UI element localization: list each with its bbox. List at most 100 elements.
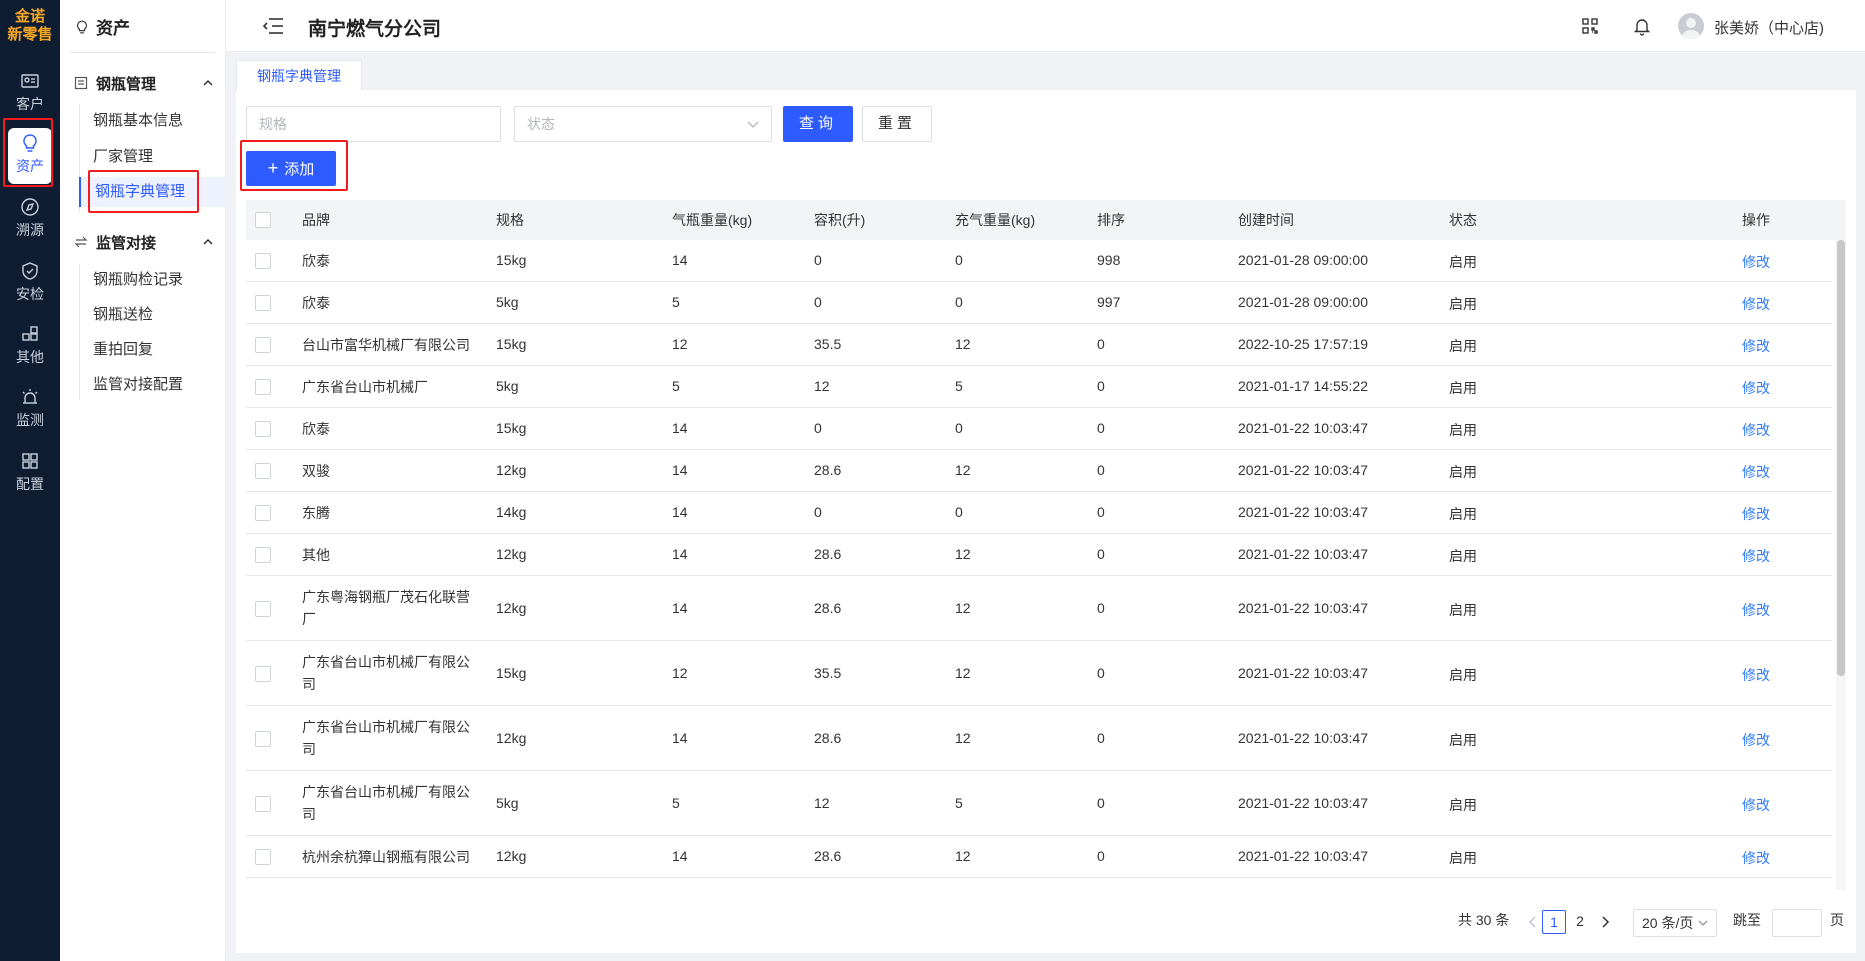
cell-fill: 0 — [955, 420, 963, 436]
cell-created: 2021-01-22 10:03:47 — [1238, 600, 1368, 616]
lightbulb-icon — [23, 134, 37, 152]
edit-link[interactable]: 修改 — [1742, 546, 1770, 566]
row-checkbox[interactable] — [255, 463, 271, 479]
sidebar-item-send-inspection[interactable]: 钢瓶送检 — [93, 300, 226, 330]
chevron-left-icon[interactable] — [1528, 915, 1538, 929]
add-button[interactable]: + 添加 — [246, 151, 336, 186]
row-checkbox[interactable] — [255, 421, 271, 437]
cell-status: 启用 — [1449, 732, 1477, 748]
sidebar-item-reshoot-reply[interactable]: 重拍回复 — [93, 335, 226, 365]
cell-brand-line: 欣泰 — [302, 295, 330, 311]
row-checkbox[interactable] — [255, 253, 271, 269]
edit-link[interactable]: 修改 — [1742, 462, 1770, 482]
jump-page-input[interactable] — [1772, 909, 1822, 937]
cell-order: 998 — [1097, 252, 1121, 268]
sidebar-item-regulatory-config[interactable]: 监管对接配置 — [93, 370, 226, 400]
edit-link[interactable]: 修改 — [1742, 504, 1770, 524]
sidebar-item-cylinder-dictionary[interactable]: 钢瓶字典管理 — [79, 177, 226, 207]
rail-item-inspection[interactable]: 安检 — [0, 256, 60, 312]
table-scrollbar-thumb[interactable] — [1837, 240, 1845, 676]
rail-item-config[interactable]: 配置 — [0, 446, 60, 502]
column-header-volume: 容积(升) — [814, 212, 866, 228]
cell-spec: 12kg — [496, 462, 527, 478]
blocks-icon — [22, 326, 38, 341]
edit-link[interactable]: 修改 — [1742, 336, 1770, 356]
bell-icon[interactable] — [1632, 16, 1652, 36]
edit-link[interactable]: 修改 — [1742, 730, 1770, 750]
cell-created: 2021-01-17 14:55:22 — [1238, 378, 1368, 394]
cell-order: 0 — [1097, 336, 1105, 352]
cell-brand-line: 广东粤海钢瓶厂茂石化联营 — [302, 589, 470, 605]
cell-spec: 5kg — [496, 795, 519, 811]
cell-created: 2021-01-22 10:03:47 — [1238, 462, 1368, 478]
spec-input[interactable]: 规格 — [246, 106, 501, 142]
cell-brand-line: 欣泰 — [302, 421, 330, 437]
sidebar-item-cylinder-info[interactable]: 钢瓶基本信息 — [93, 106, 226, 136]
edit-link[interactable]: 修改 — [1742, 848, 1770, 868]
page-button-1[interactable]: 1 — [1542, 910, 1566, 934]
cell-volume: 0 — [814, 252, 822, 268]
qrcode-icon[interactable] — [1580, 16, 1600, 36]
cell-status: 启用 — [1449, 254, 1477, 270]
content-card: 规格 状态 查询 重置 + 添加 品牌 规格 气瓶重量(kg) 容积(升) 充气重… — [236, 90, 1856, 953]
cell-volume: 28.6 — [814, 546, 842, 562]
sidebar-item-purchase-records[interactable]: 钢瓶购检记录 — [93, 265, 226, 295]
cell-status: 启用 — [1449, 548, 1477, 564]
alarm-icon — [22, 389, 38, 404]
nav-rail: 金诺 新零售 客户 资产 溯源 安检 其他 监测 配置 — [0, 0, 60, 961]
cell-spec: 12kg — [496, 730, 527, 746]
rail-item-trace[interactable]: 溯源 — [0, 192, 60, 248]
cell-spec: 12kg — [496, 848, 527, 864]
page-size-select[interactable]: 20 条/页 — [1633, 909, 1717, 937]
row-checkbox[interactable] — [255, 796, 271, 812]
sidebar-group-regulatory[interactable]: 监管对接 — [60, 227, 226, 257]
column-header-order: 排序 — [1097, 212, 1125, 228]
cell-weight: 12 — [672, 665, 688, 681]
edit-link[interactable]: 修改 — [1742, 294, 1770, 314]
row-checkbox[interactable] — [255, 849, 271, 865]
query-button[interactable]: 查询 — [783, 106, 853, 142]
row-checkbox[interactable] — [255, 601, 271, 617]
select-all-checkbox[interactable] — [255, 212, 271, 228]
status-select[interactable]: 状态 — [514, 106, 772, 142]
sidebar-group-cylinder[interactable]: 钢瓶管理 — [60, 68, 226, 98]
cell-created: 2021-01-28 09:00:00 — [1238, 294, 1368, 310]
tab-cylinder-dictionary[interactable]: 钢瓶字典管理 — [236, 60, 362, 91]
edit-link[interactable]: 修改 — [1742, 378, 1770, 398]
cell-order: 0 — [1097, 546, 1105, 562]
row-checkbox[interactable] — [255, 547, 271, 563]
edit-link[interactable]: 修改 — [1742, 665, 1770, 685]
rail-item-customers[interactable]: 客户 — [0, 66, 60, 122]
row-checkbox[interactable] — [255, 337, 271, 353]
edit-link[interactable]: 修改 — [1742, 252, 1770, 272]
user-name[interactable]: 张美娇（中心店) — [1714, 17, 1824, 38]
avatar[interactable] — [1678, 13, 1704, 39]
add-button-label: 添加 — [284, 161, 315, 178]
chevron-right-icon[interactable] — [1600, 915, 1610, 929]
cell-weight: 14 — [672, 252, 688, 268]
row-checkbox[interactable] — [255, 295, 271, 311]
cell-weight: 14 — [672, 420, 688, 436]
table-row: 其他 12kg 14 28.6 12 0 2021-01-22 10:03:47 启用 修改 — [246, 534, 1832, 576]
grid-icon — [22, 453, 38, 469]
sidebar-item-manufacturers[interactable]: 厂家管理 — [93, 142, 226, 172]
rail-item-other[interactable]: 其他 — [0, 319, 60, 375]
rail-item-assets[interactable]: 资产 — [0, 128, 60, 184]
cell-brand-line: 台山市富华机械厂有限公司 — [302, 337, 470, 353]
page-button-2[interactable]: 2 — [1568, 910, 1592, 934]
edit-link[interactable]: 修改 — [1742, 420, 1770, 440]
shield-icon — [22, 262, 38, 280]
cell-brand: 欣泰 — [302, 250, 330, 272]
rail-item-monitor[interactable]: 监测 — [0, 382, 60, 438]
column-header-spec: 规格 — [496, 212, 524, 228]
reset-button[interactable]: 重置 — [862, 106, 932, 142]
row-checkbox[interactable] — [255, 731, 271, 747]
row-checkbox[interactable] — [255, 379, 271, 395]
row-checkbox[interactable] — [255, 666, 271, 682]
edit-link[interactable]: 修改 — [1742, 795, 1770, 815]
row-checkbox[interactable] — [255, 505, 271, 521]
rail-item-label: 配置 — [16, 476, 44, 492]
menu-fold-icon[interactable] — [262, 16, 284, 36]
edit-link[interactable]: 修改 — [1742, 600, 1770, 620]
cell-spec: 15kg — [496, 665, 527, 681]
